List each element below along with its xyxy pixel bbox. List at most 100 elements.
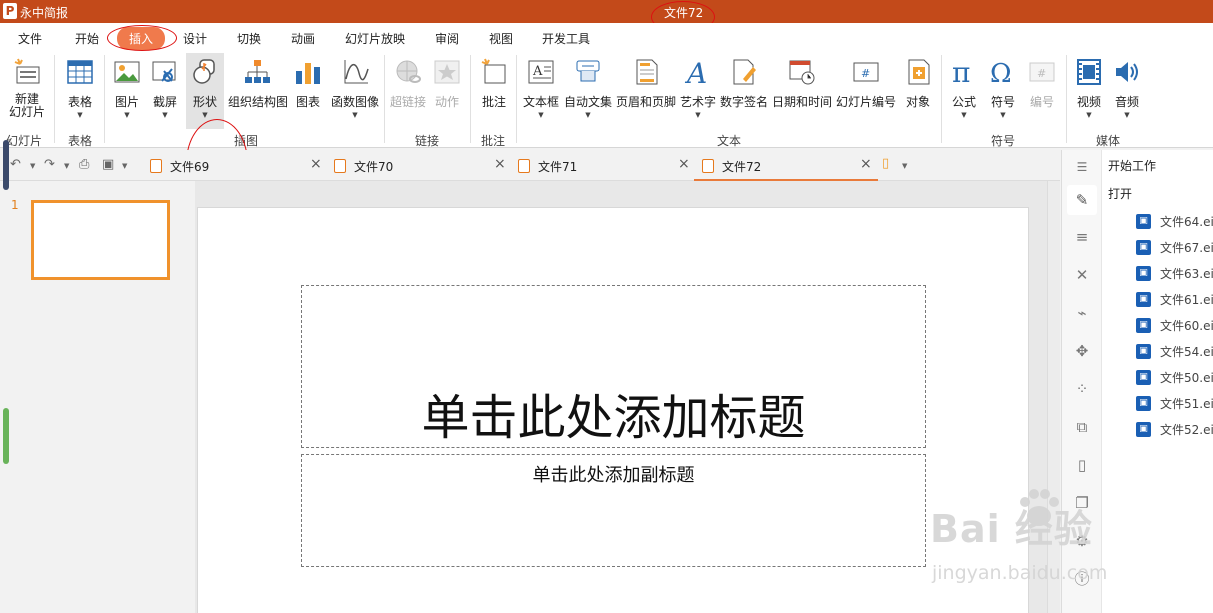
doc-tab-label: 文件70: [354, 160, 394, 174]
baidu-watermark: Bai 经验 jingyan.baidu.com: [930, 489, 1150, 598]
presentation-file-icon: [518, 159, 530, 173]
file-icon: ▣: [1136, 422, 1151, 437]
menu-tab-home[interactable]: 开始: [75, 30, 99, 47]
function-plot-button[interactable]: 函数图像 ▼: [329, 53, 381, 120]
doc-tab[interactable]: 文件70 ×: [334, 150, 509, 181]
equation-label: 公式: [951, 95, 976, 109]
open-section-label[interactable]: 打开: [1108, 185, 1132, 202]
group-label-comments: 批注: [481, 134, 506, 148]
digital-signature-button[interactable]: 数字签名: [719, 53, 769, 110]
ribbon: 新建 幻灯片 幻灯片 表格 ▼ 表格 图片 ▼ 截屏 ▼ 形状 ▼ 组织结构图 …: [0, 51, 1213, 207]
close-icon[interactable]: ×: [678, 156, 690, 172]
header-footer-button[interactable]: 页眉和页脚: [615, 53, 677, 110]
symbol-button[interactable]: Ω 符号 ▼: [986, 53, 1020, 120]
chevron-down-icon[interactable]: ▼: [30, 162, 35, 170]
app-name: 永中简报: [20, 6, 69, 20]
chevron-down-icon: ▼: [585, 111, 591, 119]
auto-text-button[interactable]: 自动文集 ▼: [564, 53, 612, 120]
comment-button[interactable]: 批注: [476, 53, 512, 110]
customize-toolbar-icon[interactable]: ▼: [122, 162, 127, 170]
equation-button[interactable]: π 公式 ▼: [947, 53, 981, 120]
watermark-url: jingyan.baidu.com: [932, 562, 1108, 584]
picture-button[interactable]: 图片 ▼: [110, 53, 144, 120]
menu-lines-icon[interactable]: ☰: [1073, 158, 1091, 176]
hyperlink-button[interactable]: 超链接: [388, 53, 428, 110]
menu-tab-design[interactable]: 设计: [183, 30, 207, 47]
doc-tab-label: 文件71: [538, 160, 578, 174]
slide[interactable]: 单击此处添加标题 单击此处添加副标题: [197, 207, 1029, 613]
undo-icon[interactable]: ↶: [10, 157, 21, 172]
comment-icon: [481, 58, 506, 84]
text-box-icon: A: [528, 60, 554, 84]
file-icon: ▣: [1136, 318, 1151, 333]
video-button[interactable]: 视频 ▼: [1072, 53, 1106, 120]
svg-text:π: π: [952, 57, 970, 87]
insert-highlight-ellipse: [107, 25, 177, 51]
menu-tab-animations[interactable]: 动画: [291, 30, 315, 47]
close-icon[interactable]: ×: [494, 156, 506, 172]
save-icon[interactable]: ▣: [102, 157, 114, 172]
chevron-down-icon[interactable]: ▼: [64, 162, 69, 170]
object-label: 对象: [905, 95, 930, 109]
date-time-button[interactable]: 日期和时间: [772, 53, 832, 110]
menu-tab-review[interactable]: 审阅: [435, 30, 459, 47]
panel-resize-handle[interactable]: [3, 140, 9, 190]
chart-icon: [296, 63, 320, 84]
svg-text:Ω: Ω: [990, 59, 1012, 87]
org-chart-button[interactable]: 组织结构图: [228, 53, 288, 110]
object-button[interactable]: 对象: [901, 53, 935, 110]
action-button[interactable]: 动作: [430, 53, 464, 110]
slide-number-button[interactable]: # 幻灯片编号: [836, 53, 896, 110]
table-button[interactable]: 表格 ▼: [63, 53, 97, 120]
slide-number: 1: [11, 198, 19, 212]
chevron-down-icon: ▼: [77, 111, 83, 119]
doc-tab[interactable]: 文件69 ×: [150, 150, 325, 181]
shape-icon[interactable]: ✥: [1073, 342, 1091, 360]
chevron-down-icon: ▼: [124, 111, 130, 119]
redo-icon[interactable]: ↷: [44, 157, 55, 172]
numbering-button[interactable]: # 编号: [1025, 53, 1059, 110]
pencil-icon[interactable]: ✎: [1067, 185, 1097, 215]
close-icon[interactable]: ×: [860, 156, 872, 172]
close-icon[interactable]: ×: [310, 156, 322, 172]
chart-button[interactable]: 图表: [291, 53, 325, 110]
menu-tab-view[interactable]: 视图: [489, 30, 513, 47]
shape-icon: [193, 59, 215, 84]
screenshot-button[interactable]: 截屏 ▼: [148, 53, 182, 120]
new-slide-label: 新建 幻灯片: [8, 92, 45, 119]
audio-button[interactable]: 音频 ▼: [1110, 53, 1144, 120]
sliders-icon[interactable]: ≡: [1073, 228, 1091, 246]
print-preview-icon[interactable]: ⎙: [79, 157, 89, 172]
document-tab-strip: ↶ ▼ ↷ ▼ ⎙ ▣ ▼ 文件69 × 文件70 × 文件71 × 文件72 …: [0, 150, 1060, 181]
task-pane-heading: 开始工作: [1108, 159, 1157, 173]
doc-tab-active[interactable]: 文件72 ×: [694, 150, 878, 181]
subtitle-placeholder[interactable]: 单击此处添加副标题: [301, 454, 926, 567]
action-label: 动作: [434, 95, 459, 109]
group-label-media: 媒体: [1096, 134, 1121, 148]
text-box-button[interactable]: A 文本框 ▼: [521, 53, 561, 120]
chevron-down-icon[interactable]: ▼: [902, 162, 907, 170]
new-document-icon[interactable]: ▯: [882, 156, 889, 171]
crop-icon[interactable]: ⧉: [1073, 418, 1091, 436]
panel-resize-handle[interactable]: [3, 408, 9, 464]
file-icon: ▣: [1136, 266, 1151, 281]
grid-icon[interactable]: ⁘: [1073, 380, 1091, 398]
recent-file-name: 文件67.eio: [1160, 241, 1213, 255]
menu-tab-slideshow[interactable]: 幻灯片放映: [345, 30, 405, 47]
doc-tab[interactable]: 文件71 ×: [518, 150, 693, 181]
tools-icon[interactable]: ✕: [1073, 266, 1091, 284]
menu-tab-developer[interactable]: 开发工具: [542, 30, 590, 47]
slide-thumbnail[interactable]: [31, 200, 170, 280]
menu-tab-file[interactable]: 文件: [18, 30, 42, 47]
header-footer-icon: [636, 59, 658, 85]
doc-tab-label: 文件69: [170, 160, 210, 174]
shape-button[interactable]: 形状 ▼: [186, 53, 224, 129]
menu-tab-transitions[interactable]: 切换: [237, 30, 261, 47]
clipboard-icon[interactable]: ▯: [1073, 456, 1091, 474]
word-art-button[interactable]: A 艺术字 ▼: [680, 53, 716, 120]
slide-number-label: 幻灯片编号: [836, 95, 897, 109]
new-slide-button[interactable]: 新建 幻灯片: [5, 53, 49, 119]
title-placeholder[interactable]: 单击此处添加标题: [301, 285, 926, 448]
word-art-label: 艺术字: [680, 95, 717, 109]
brush-icon[interactable]: ⌁: [1073, 304, 1091, 322]
